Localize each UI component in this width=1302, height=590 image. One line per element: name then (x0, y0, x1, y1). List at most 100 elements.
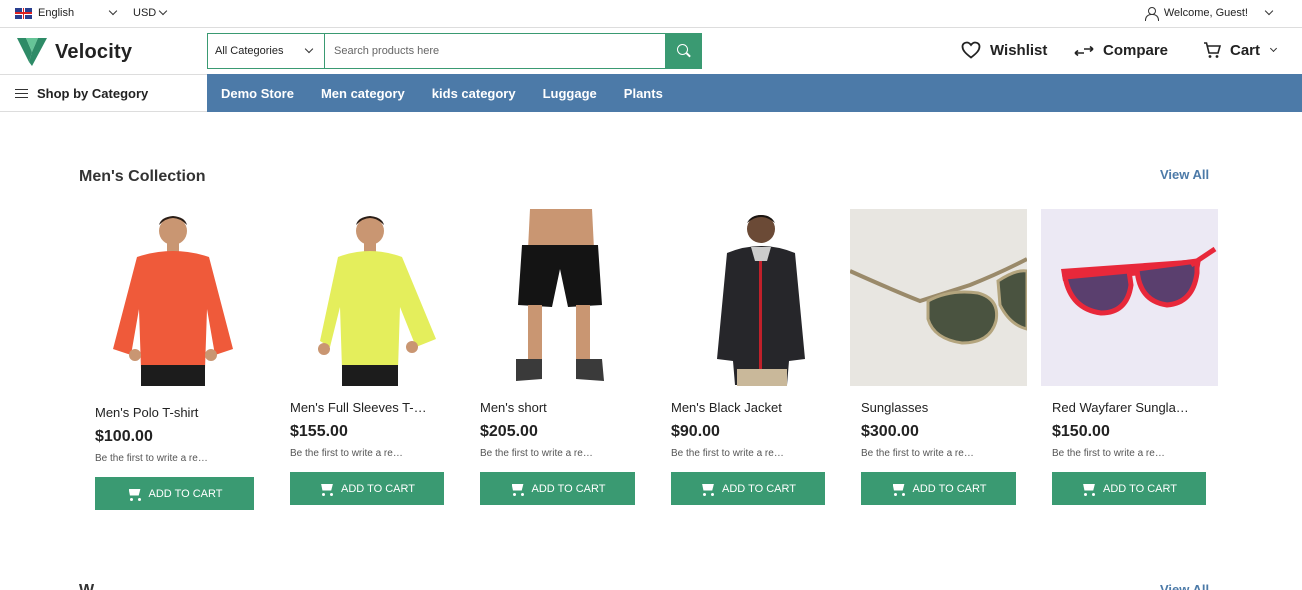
welcome-label: Welcome, Guest! (1163, 7, 1248, 19)
product-image[interactable] (480, 209, 657, 386)
shop-by-category-label: Shop by Category (37, 86, 149, 101)
product-name[interactable]: Red Wayfarer Sungla… (1052, 400, 1189, 415)
next-section-view-all-link[interactable]: View All (1160, 582, 1209, 590)
cart-icon (1081, 482, 1097, 496)
nav-link-kids-category[interactable]: kids category (432, 86, 516, 101)
product-image[interactable] (1041, 209, 1218, 386)
nav-link-plants[interactable]: Plants (624, 86, 663, 101)
product-price: $100.00 (95, 428, 153, 445)
product-price: $90.00 (671, 423, 720, 440)
category-select-value: All Categories (215, 45, 284, 57)
currency-selector[interactable]: USD (133, 6, 168, 19)
cart-icon (510, 482, 526, 496)
product-image-shorts (480, 209, 657, 386)
account-menu[interactable]: Welcome, Guest! (1144, 6, 1274, 21)
add-to-cart-button[interactable]: ADD TO CART (95, 477, 254, 510)
category-bar: Demo Store Men category kids category Lu… (207, 74, 1302, 112)
nav-link-luggage[interactable]: Luggage (543, 86, 597, 101)
shop-by-category-button[interactable]: Shop by Category (0, 74, 207, 112)
add-to-cart-button[interactable]: ADD TO CART (290, 472, 444, 505)
chevron-down-icon (108, 6, 118, 16)
product-card[interactable]: Men's Black Jacket $90.00 Be the first t… (671, 209, 848, 505)
add-to-cart-label: ADD TO CART (148, 487, 223, 500)
product-image-black-jacket (671, 209, 848, 386)
product-card[interactable]: Men's Full Sleeves T-… $155.00 Be the fi… (290, 209, 467, 505)
chevron-down-icon (158, 6, 168, 16)
add-to-cart-button[interactable]: ADD TO CART (1052, 472, 1206, 505)
section-title: Men's Collection (79, 168, 206, 185)
product-price: $155.00 (290, 423, 348, 440)
language-selector[interactable]: English (15, 6, 118, 19)
chevron-down-icon (304, 44, 314, 54)
nav-link-demo-store[interactable]: Demo Store (221, 86, 294, 101)
uk-flag-icon (15, 7, 32, 19)
compare-link[interactable]: Compare (1074, 42, 1168, 59)
cart-icon (700, 482, 716, 496)
list-icon (15, 88, 28, 99)
add-to-cart-label: ADD TO CART (341, 482, 415, 495)
product-image[interactable] (95, 209, 272, 386)
product-card[interactable]: Sunglasses $300.00 Be the first to write… (850, 209, 1027, 505)
search-input[interactable] (325, 34, 665, 68)
product-image[interactable] (671, 209, 848, 386)
product-review-text[interactable]: Be the first to write a re… (290, 448, 403, 459)
cart-icon (319, 482, 335, 496)
logo[interactable]: Velocity (17, 38, 132, 66)
add-to-cart-label: ADD TO CART (531, 482, 606, 495)
wishlist-label: Wishlist (990, 41, 1048, 59)
view-all-link[interactable]: View All (1160, 167, 1209, 182)
product-image-yellow-sleeves (290, 209, 467, 386)
product-name[interactable]: Sunglasses (861, 400, 928, 415)
product-card[interactable]: Men's short $205.00 Be the first to writ… (480, 209, 657, 505)
product-price: $300.00 (861, 423, 919, 440)
product-image[interactable] (290, 209, 467, 386)
search-button[interactable] (665, 34, 701, 68)
product-review-text[interactable]: Be the first to write a re… (671, 448, 784, 459)
cart-label: Cart (1230, 41, 1261, 59)
product-review-text[interactable]: Be the first to write a re… (480, 448, 593, 459)
product-name[interactable]: Men's Black Jacket (671, 400, 782, 415)
product-card[interactable]: Red Wayfarer Sungla… $150.00 Be the firs… (1041, 209, 1218, 505)
logo-text: Velocity (55, 40, 133, 63)
product-review-text[interactable]: Be the first to write a re… (861, 448, 974, 459)
cart-icon (891, 482, 907, 496)
chevron-down-icon (1269, 44, 1278, 52)
compare-arrows-icon (1074, 45, 1094, 56)
product-image-sunglasses (850, 209, 1027, 386)
cart-icon (1204, 42, 1221, 58)
language-label: English (38, 7, 75, 19)
chevron-down-icon (1264, 6, 1274, 16)
next-section-title: W… (79, 582, 110, 590)
cart-icon (127, 487, 143, 501)
product-image-orange-polo (95, 209, 272, 386)
product-name[interactable]: Men's Full Sleeves T-… (290, 400, 427, 415)
add-to-cart-label: ADD TO CART (722, 482, 796, 495)
cart-link[interactable]: Cart (1203, 41, 1278, 59)
search-bar: All Categories (207, 33, 702, 69)
nav-link-men-category[interactable]: Men category (321, 86, 405, 101)
add-to-cart-label: ADD TO CART (912, 482, 987, 495)
header: Velocity All Categories Wishlist Compare… (0, 29, 1302, 74)
product-review-text[interactable]: Be the first to write a re… (95, 453, 208, 464)
velocity-logo-icon (17, 38, 47, 66)
add-to-cart-button[interactable]: ADD TO CART (861, 472, 1016, 505)
product-price: $205.00 (480, 423, 538, 440)
product-name[interactable]: Men's short (480, 400, 547, 415)
product-image[interactable] (850, 209, 1027, 386)
compare-label: Compare (1103, 42, 1169, 59)
product-name[interactable]: Men's Polo T-shirt (95, 405, 198, 420)
heart-icon (961, 41, 981, 59)
user-icon (1144, 6, 1159, 21)
product-image-red-wayfarer (1041, 209, 1218, 386)
add-to-cart-label: ADD TO CART (1103, 482, 1177, 495)
product-card[interactable]: Men's Polo T-shirt $100.00 Be the first … (95, 209, 272, 510)
add-to-cart-button[interactable]: ADD TO CART (671, 472, 825, 505)
top-bar: English USD Welcome, Guest! (0, 0, 1302, 28)
product-price: $150.00 (1052, 423, 1110, 440)
add-to-cart-button[interactable]: ADD TO CART (480, 472, 635, 505)
category-select[interactable]: All Categories (208, 34, 325, 68)
currency-label: USD (133, 7, 157, 19)
category-nav: Shop by Category Demo Store Men category… (0, 74, 1302, 112)
wishlist-link[interactable]: Wishlist (961, 41, 1047, 59)
product-review-text[interactable]: Be the first to write a re… (1052, 448, 1165, 459)
